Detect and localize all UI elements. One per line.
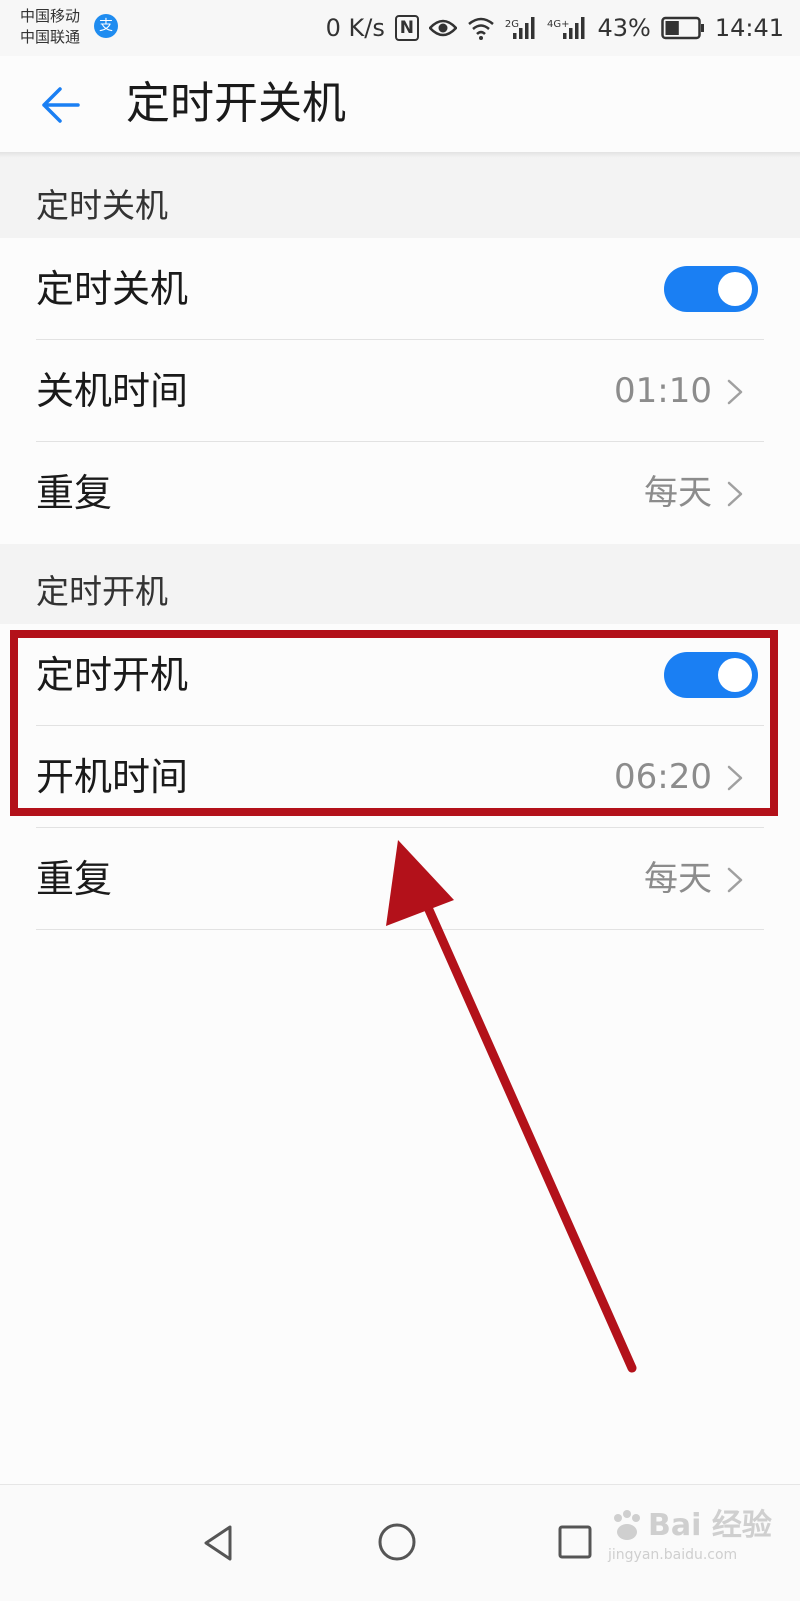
chevron-right-icon — [727, 867, 743, 893]
section-header-startup: 定时开机 — [0, 544, 800, 624]
battery-icon — [661, 16, 704, 40]
watermark-url: jingyan.baidu.com — [608, 1547, 738, 1563]
shutdown-repeat-value: 每天 — [644, 473, 712, 513]
shutdown-repeat-label: 重复 — [36, 471, 113, 515]
section-title-shutdown: 定时关机 — [36, 186, 168, 225]
signal-1: 2G — [505, 17, 537, 39]
paw-logo-icon — [614, 1510, 640, 1540]
baidu-jingyan-watermark: Bai 经验 jingyan.baidu.com — [608, 1500, 788, 1590]
section-title-startup: 定时开机 — [36, 572, 168, 611]
shutdown-toggle-label: 定时关机 — [36, 267, 189, 311]
chevron-right-icon — [727, 481, 743, 507]
triangle-back-icon[interactable] — [198, 1521, 238, 1565]
watermark-brand: Bai 经验 — [648, 1508, 772, 1543]
eye-icon — [428, 19, 457, 37]
status-indicators: 0 K/s N 2G 4G+ 43% 14:41 — [326, 10, 784, 46]
net-speed: 0 K/s — [325, 14, 385, 42]
alipay-icon: 支 — [94, 14, 118, 38]
page-title: 定时开关机 — [126, 78, 346, 129]
signal-2: 4G+ — [547, 17, 588, 39]
shutdown-time-row[interactable]: 关机时间 01:10 — [0, 340, 800, 442]
carrier-info: 中国移动 中国联通 — [20, 6, 80, 48]
annotation-highlight-box — [10, 630, 778, 816]
shutdown-time-value: 01:10 — [614, 371, 712, 411]
clock-time: 14:41 — [714, 14, 784, 42]
startup-repeat-row[interactable]: 重复 每天 — [0, 828, 800, 930]
carrier-1: 中国移动 — [20, 7, 81, 25]
app-header: 定时开关机 — [0, 56, 800, 152]
carrier-2: 中国联通 — [20, 28, 81, 46]
nfc-icon: N — [394, 15, 419, 41]
startup-repeat-label: 重复 — [36, 857, 113, 901]
net-1-tag: 2G — [504, 19, 519, 30]
chevron-right-icon — [727, 379, 743, 405]
net-2-tag: 4G+ — [546, 19, 570, 30]
section-header-shutdown: 定时关机 — [0, 158, 800, 238]
startup-repeat-value: 每天 — [644, 859, 712, 899]
arrow-left-icon[interactable] — [38, 82, 84, 128]
shutdown-toggle-row[interactable]: 定时关机 — [0, 238, 800, 340]
battery-percent: 43% — [597, 14, 651, 42]
shutdown-time-label: 关机时间 — [36, 369, 189, 413]
toggle-knob — [718, 272, 752, 306]
wifi-icon — [468, 17, 494, 40]
circle-home-icon[interactable] — [376, 1521, 418, 1563]
shutdown-repeat-row[interactable]: 重复 每天 — [0, 442, 800, 544]
row-divider — [36, 929, 764, 930]
shutdown-toggle-switch[interactable] — [664, 266, 758, 312]
square-recent-icon[interactable] — [556, 1523, 594, 1561]
status-bar: 中国移动 中国联通 支 0 K/s N 2G 4G+ 43% 14:41 — [0, 0, 800, 56]
